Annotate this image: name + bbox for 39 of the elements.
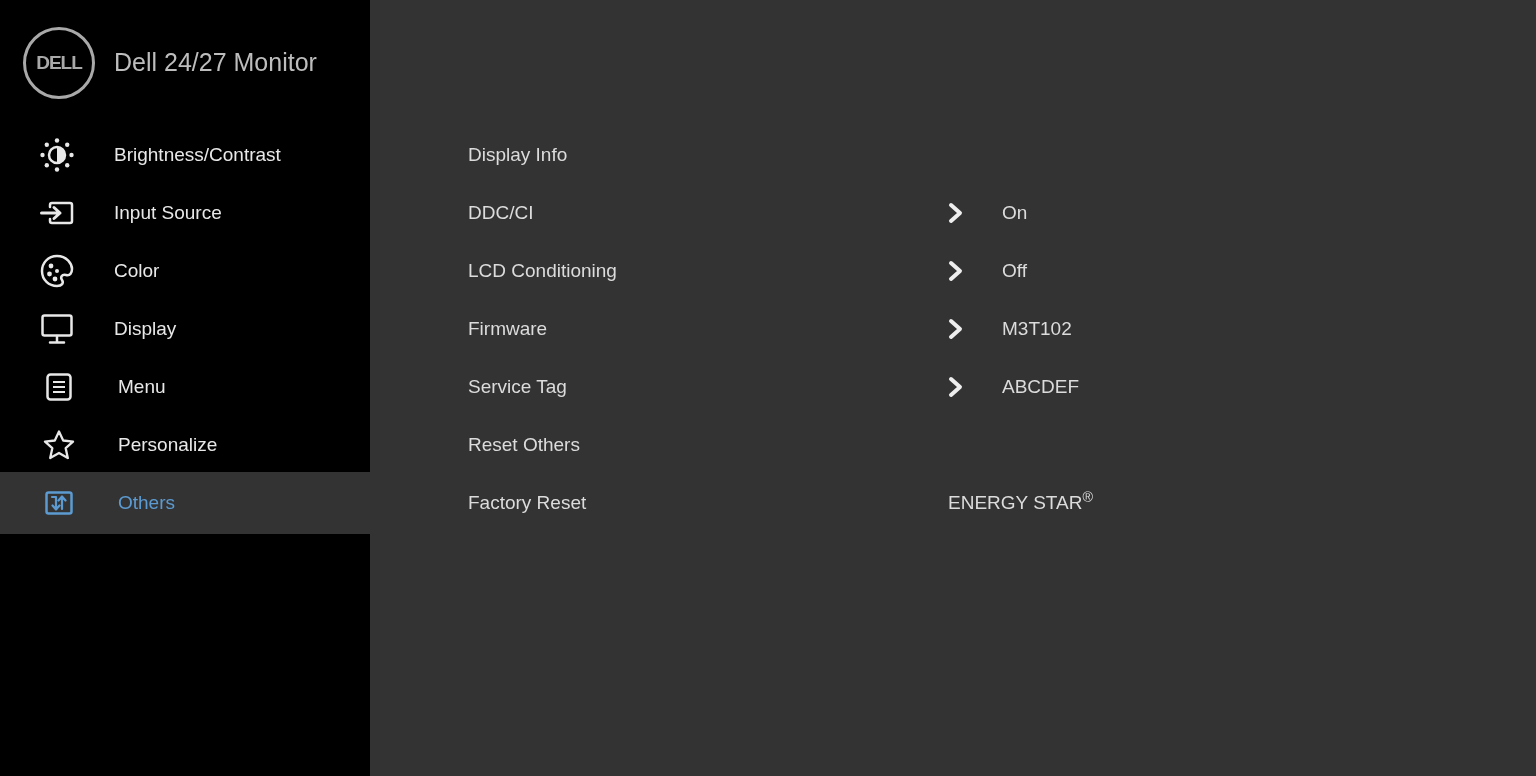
sidebar-item[interactable]: Brightness/Contrast bbox=[0, 126, 370, 184]
setting-value: On bbox=[1002, 200, 1028, 225]
menu-option[interactable]: DDC/CI bbox=[468, 198, 534, 228]
sidebar-label: Menu bbox=[118, 374, 166, 399]
sidebar-item[interactable]: Input Source bbox=[0, 184, 370, 242]
sidebar-item[interactable]: Others bbox=[0, 472, 370, 534]
sidebar-item[interactable]: Display bbox=[0, 300, 370, 358]
sidebar-item[interactable]: Menu bbox=[0, 358, 370, 416]
document-lines-icon bbox=[46, 373, 72, 401]
sidebar-item[interactable]: Color bbox=[0, 242, 370, 300]
brightness-icon bbox=[40, 138, 74, 172]
menu-option[interactable]: Firmware bbox=[468, 314, 548, 344]
sidebar-item[interactable]: Personalize bbox=[0, 416, 370, 474]
chevron-right-icon bbox=[948, 202, 963, 224]
menu-option[interactable]: Reset Others bbox=[468, 430, 580, 460]
menu-option[interactable]: LCD Conditioning bbox=[468, 256, 617, 286]
sliders-icon bbox=[45, 491, 73, 515]
palette-icon bbox=[40, 254, 74, 288]
setting-value: Off bbox=[1002, 258, 1027, 283]
sidebar-label: Brightness/Contrast bbox=[114, 142, 281, 167]
chevron-right-icon bbox=[948, 318, 963, 340]
certification-label: ENERGY STAR$^{®}$ bbox=[948, 488, 1093, 515]
menu-option[interactable]: Display Info bbox=[468, 140, 568, 170]
monitor-icon bbox=[41, 314, 73, 344]
sidebar-label: Input Source bbox=[114, 200, 222, 225]
sidebar-label: Color bbox=[114, 258, 160, 283]
menu-option[interactable]: Service Tag bbox=[468, 372, 567, 402]
menu-option[interactable]: Factory Reset bbox=[468, 488, 587, 518]
sidebar-label: Others bbox=[118, 490, 176, 515]
window-title: Dell 24/27 Monitor bbox=[114, 47, 317, 79]
brand-logo: DELL bbox=[23, 27, 95, 99]
chevron-right-icon bbox=[948, 260, 963, 282]
star-icon bbox=[43, 430, 75, 460]
setting-value: ABCDEF bbox=[1002, 374, 1080, 399]
sidebar-label: Personalize bbox=[118, 432, 218, 457]
chevron-right-icon bbox=[948, 376, 963, 398]
sidebar-label: Display bbox=[114, 316, 177, 341]
input-arrow-icon bbox=[40, 201, 74, 225]
setting-value: M3T102 bbox=[1002, 316, 1072, 341]
